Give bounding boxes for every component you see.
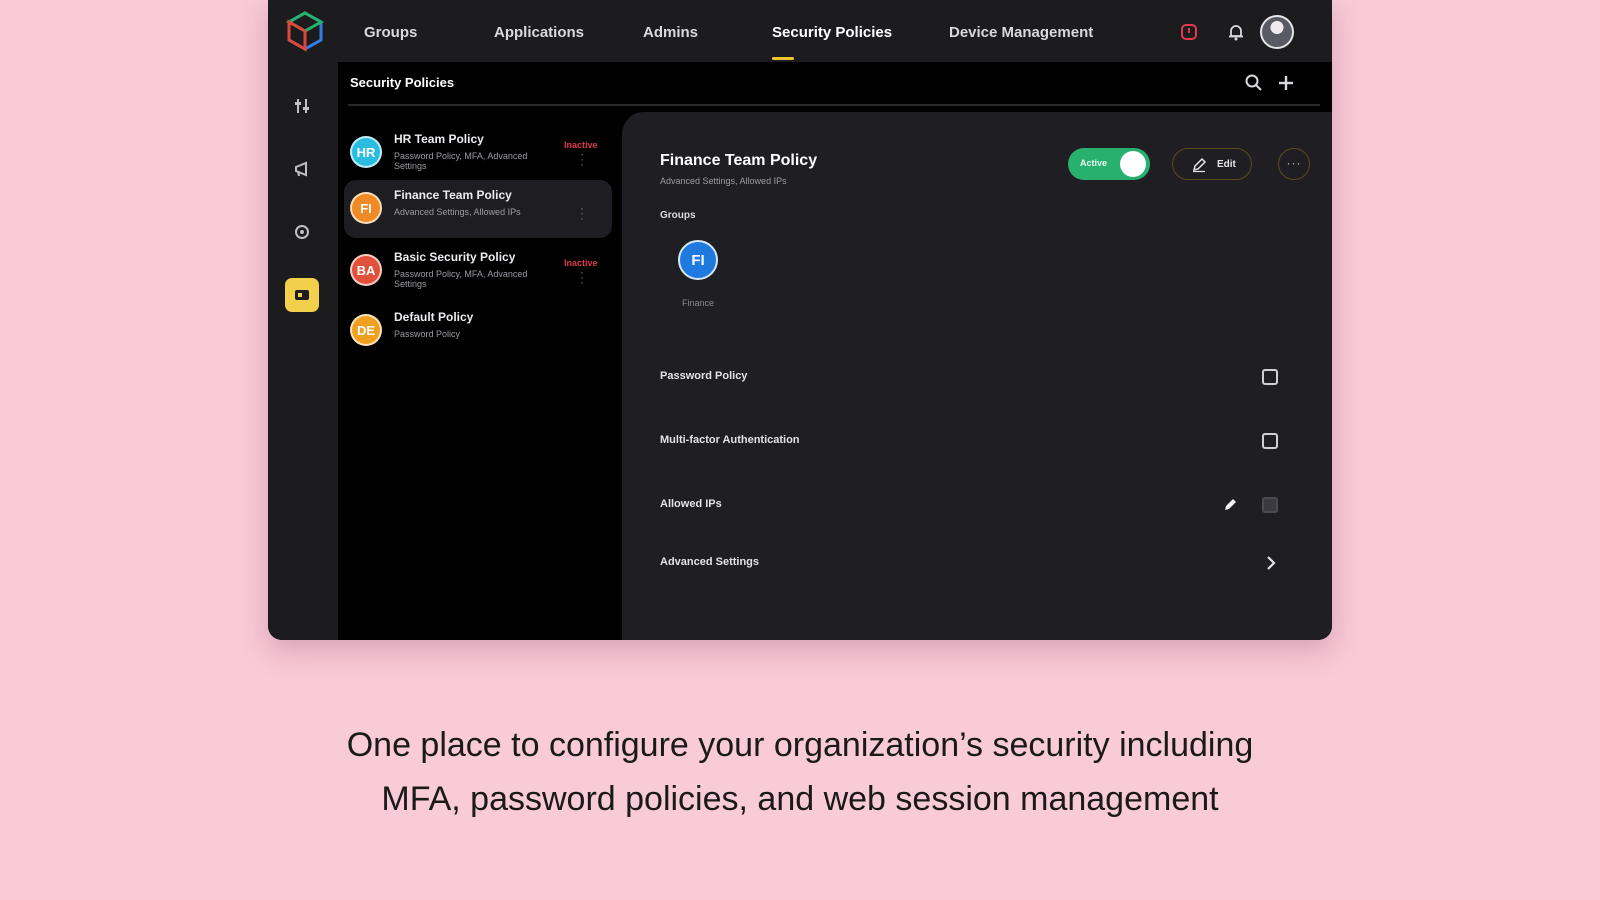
- setting-label: Allowed IPs: [660, 498, 722, 510]
- setting-password-policy: Password Policy: [660, 366, 1280, 390]
- app-logo-icon[interactable]: [284, 10, 326, 52]
- sliders-icon[interactable]: [288, 92, 316, 120]
- policy-name: HR Team Policy: [394, 132, 484, 146]
- marketing-caption: One place to configure your organization…: [0, 718, 1600, 826]
- policy-description: Password Policy, MFA, Advanced Settings: [394, 151, 528, 171]
- power-icon[interactable]: [1177, 20, 1201, 44]
- more-vertical-icon[interactable]: · · ·: [578, 266, 586, 288]
- policies-icon[interactable]: [285, 278, 319, 312]
- settings-icon[interactable]: [288, 218, 316, 246]
- setting-mfa: Multi-factor Authentication: [660, 430, 1280, 454]
- password-policy-checkbox[interactable]: [1262, 369, 1278, 385]
- allowed-ips-checkbox[interactable]: [1262, 497, 1278, 513]
- setting-allowed-ips: Allowed IPs: [660, 494, 1280, 518]
- policy-description: Password Policy: [394, 329, 461, 339]
- side-rail: [268, 62, 338, 640]
- more-options-button[interactable]: ···: [1278, 148, 1310, 180]
- search-icon[interactable]: [1243, 72, 1265, 94]
- toggle-knob: [1120, 151, 1146, 177]
- nav-device-management[interactable]: Device Management: [949, 24, 1093, 41]
- detail-title: Finance Team Policy: [660, 152, 818, 169]
- more-vertical-icon[interactable]: · · ·: [578, 202, 586, 224]
- mfa-checkbox[interactable]: [1262, 433, 1278, 449]
- group-name: Finance: [681, 298, 715, 308]
- setting-label: Password Policy: [660, 370, 748, 382]
- megaphone-icon[interactable]: [288, 155, 316, 183]
- policy-item-default[interactable]: DE Default Policy Password Policy: [344, 302, 612, 360]
- user-avatar[interactable]: [1260, 15, 1294, 49]
- policy-item-hr[interactable]: HR HR Team Policy Password Policy, MFA, …: [344, 124, 612, 182]
- policy-name: Finance Team Policy: [394, 188, 512, 202]
- caption-line-1: One place to configure your organization…: [346, 726, 1254, 764]
- pencil-icon: [1192, 157, 1207, 173]
- toggle-label: Active: [1080, 158, 1108, 168]
- policy-item-finance[interactable]: FI Finance Team Policy Advanced Settings…: [344, 180, 612, 238]
- top-nav: Groups Applications Admins Security Poli…: [268, 0, 1332, 62]
- policy-avatar: FI: [350, 192, 382, 224]
- policy-avatar: DE: [350, 314, 382, 346]
- setting-advanced[interactable]: Advanced Settings: [660, 552, 1280, 576]
- policy-detail-panel: Finance Team Policy Advanced Settings, A…: [622, 112, 1332, 640]
- nav-applications[interactable]: Applications: [494, 24, 584, 41]
- setting-label: Advanced Settings: [660, 556, 760, 568]
- policy-name: Default Policy: [394, 310, 474, 324]
- detail-subtitle: Advanced Settings, Allowed IPs: [660, 176, 787, 186]
- page-title: Security Policies: [350, 75, 455, 90]
- policy-description: Password Policy, MFA, Advanced Settings: [394, 269, 528, 289]
- active-toggle[interactable]: Active: [1068, 148, 1150, 180]
- device-frame: Groups Applications Admins Security Poli…: [268, 0, 1332, 640]
- bell-icon[interactable]: [1224, 20, 1248, 44]
- chevron-right-icon[interactable]: [1264, 554, 1278, 572]
- nav-groups[interactable]: Groups: [364, 24, 417, 41]
- sub-header: Security Policies: [338, 62, 1332, 104]
- active-tab-indicator: [772, 57, 794, 60]
- divider: [348, 104, 1320, 106]
- policy-description: Advanced Settings, Allowed IPs: [394, 207, 521, 217]
- nav-security-policies[interactable]: Security Policies: [772, 24, 892, 41]
- pencil-icon[interactable]: [1222, 497, 1238, 513]
- policy-item-basic[interactable]: BA Basic Security Policy Password Policy…: [344, 242, 612, 300]
- setting-label: Multi-factor Authentication: [660, 434, 800, 446]
- policy-name: Basic Security Policy: [394, 250, 516, 264]
- add-icon[interactable]: [1275, 72, 1297, 94]
- edit-label: Edit: [1217, 159, 1236, 170]
- nav-admins[interactable]: Admins: [643, 24, 698, 41]
- groups-heading: Groups: [660, 210, 696, 221]
- edit-button[interactable]: Edit: [1172, 148, 1252, 180]
- policy-avatar: BA: [350, 254, 382, 286]
- policy-avatar: HR: [350, 136, 382, 168]
- caption-line-2: MFA, password policies, and web session …: [381, 780, 1219, 818]
- group-avatar[interactable]: FI: [678, 240, 718, 280]
- more-vertical-icon[interactable]: · · ·: [578, 148, 586, 170]
